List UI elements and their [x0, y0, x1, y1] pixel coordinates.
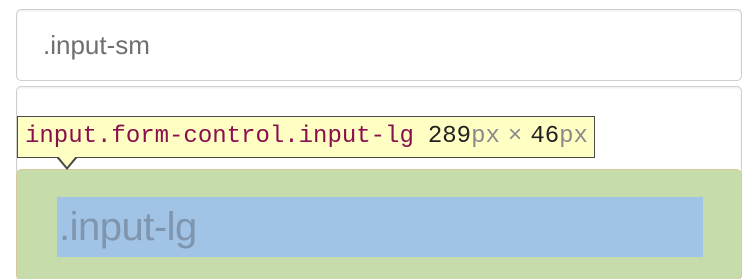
- tooltip-times: ×: [507, 123, 523, 150]
- input-lg-field[interactable]: .input-lg: [16, 169, 742, 279]
- tooltip-height: 46: [530, 123, 560, 150]
- inspector-tooltip: input.form-control.input-lg 289 px × 46 px: [17, 116, 595, 158]
- content-box-highlight: .input-lg: [57, 197, 703, 257]
- input-lg-value: .input-lg: [59, 205, 197, 249]
- tooltip-selector: input.form-control.input-lg: [25, 123, 414, 150]
- tooltip-arrow-fill: [58, 156, 76, 167]
- tooltip-width: 289: [427, 123, 472, 150]
- input-sm-value: .input-sm: [43, 30, 150, 60]
- input-sm-field[interactable]: .input-sm: [16, 9, 742, 81]
- tooltip-width-unit: px: [471, 123, 500, 150]
- tooltip-height-unit: px: [559, 123, 588, 150]
